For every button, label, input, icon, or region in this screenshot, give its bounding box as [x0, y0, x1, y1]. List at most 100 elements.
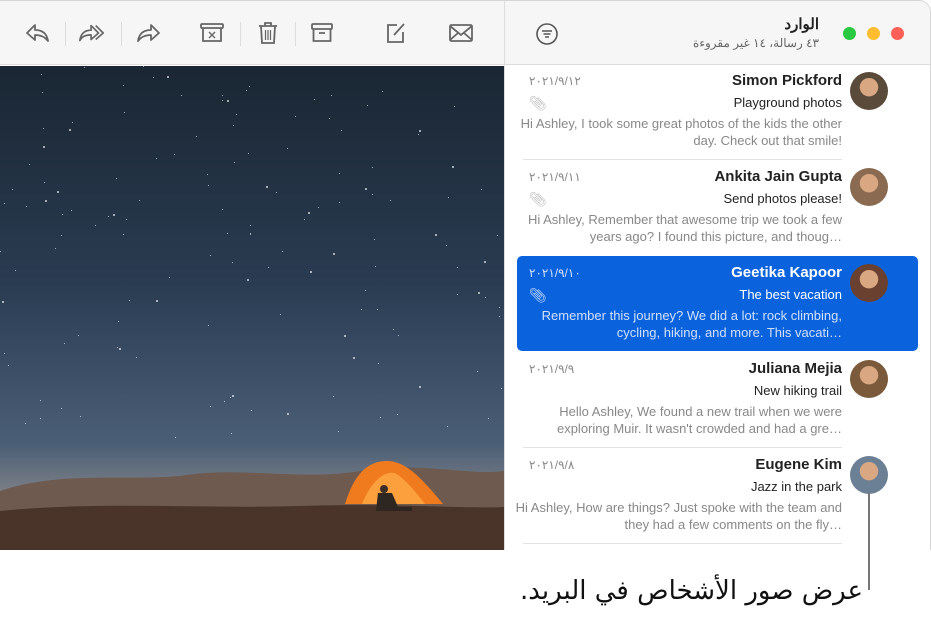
star [488, 418, 490, 420]
star [499, 316, 501, 318]
star [196, 135, 198, 137]
paperclip-icon: 📎︎ [529, 287, 547, 303]
star [379, 417, 381, 419]
sender-name: Juliana Mejia [748, 360, 842, 377]
close-button[interactable] [891, 27, 904, 40]
message-row[interactable]: Juliana Mejia New hiking trail Hello Ash… [517, 352, 918, 448]
zoom-button[interactable] [843, 27, 856, 40]
star [446, 426, 448, 428]
star [303, 218, 305, 220]
forward-icon [137, 24, 160, 42]
star [0, 251, 2, 253]
star [1, 301, 4, 304]
star [68, 128, 71, 131]
star [418, 130, 421, 133]
star [126, 218, 128, 220]
star [329, 117, 331, 119]
star [248, 85, 250, 87]
star [275, 191, 277, 193]
reply-all-button[interactable] [78, 19, 106, 47]
junk-button[interactable] [198, 19, 226, 47]
star [498, 307, 500, 309]
star [481, 189, 483, 191]
star [309, 271, 312, 274]
forward-button[interactable] [135, 19, 163, 47]
compose-button[interactable] [382, 19, 410, 47]
message-photo [0, 66, 504, 550]
message-row[interactable]: Geetika Kapoor The best vacation Remembe… [517, 256, 918, 351]
star [451, 166, 454, 169]
star [343, 334, 346, 337]
message-subject: Send photos please! [723, 191, 842, 206]
star [25, 422, 27, 424]
star [166, 76, 169, 79]
star [122, 85, 124, 87]
star [84, 67, 86, 69]
star [341, 130, 343, 132]
star [62, 214, 64, 216]
star [376, 309, 378, 311]
star [136, 357, 138, 359]
star [246, 90, 248, 92]
message-preview: Hi Ashley, I took some great photos of t… [520, 116, 842, 148]
star [476, 370, 478, 372]
compose-icon [387, 23, 405, 43]
mailbox-title: الوارد [784, 16, 819, 33]
minimize-button[interactable] [867, 27, 880, 40]
row-separator [523, 543, 842, 544]
star [155, 158, 157, 160]
star [317, 206, 319, 208]
paperclip-icon: 📎︎ [529, 95, 547, 111]
star [207, 184, 209, 186]
mail-window: الوارد ٤٣ رسالة، ١٤ غير مقروءة Simon Pic… [0, 0, 931, 550]
star [169, 277, 171, 279]
star [353, 357, 356, 359]
reply-icon [26, 24, 49, 42]
star [95, 225, 97, 227]
star [227, 232, 229, 234]
star [393, 329, 395, 331]
star [389, 199, 391, 201]
star [118, 321, 120, 323]
star [247, 279, 250, 282]
star [207, 174, 209, 176]
star [153, 77, 155, 79]
message-row[interactable]: Eugene Kim Jazz in the park Hi Ashley, H… [516, 448, 918, 544]
star [173, 154, 175, 156]
trash-button[interactable] [254, 19, 282, 47]
message-row[interactable]: Simon Pickford Playground photos Hi Ashl… [517, 64, 918, 160]
landscape-image [0, 461, 504, 550]
star [447, 196, 449, 198]
mail-icon [449, 24, 473, 42]
star [122, 234, 124, 236]
star [181, 95, 183, 97]
star [338, 172, 340, 174]
star [501, 388, 503, 390]
filter-button[interactable] [533, 20, 561, 48]
star [418, 133, 420, 135]
reply-button[interactable] [24, 19, 52, 47]
callout-line [868, 493, 870, 590]
archive-button[interactable] [308, 19, 336, 47]
star [71, 209, 73, 211]
message-row[interactable]: Ankita Jain Gupta Send photos please! Hi… [517, 160, 918, 255]
star [44, 181, 46, 183]
new-message-button[interactable] [447, 19, 475, 47]
message-subject: The best vacation [739, 287, 842, 302]
toolbar [0, 1, 505, 65]
star [250, 225, 252, 227]
star [307, 212, 310, 214]
star [295, 116, 297, 118]
message-subject: Playground photos [733, 95, 842, 110]
avatar [850, 72, 888, 110]
star [457, 293, 459, 295]
message-date: ٢٠٢١/٩/٩ [529, 362, 575, 376]
star [42, 127, 44, 129]
avatar [850, 456, 888, 494]
star [396, 413, 398, 415]
star [221, 209, 223, 211]
message-subject: Jazz in the park [750, 479, 842, 494]
star [156, 299, 159, 302]
message-preview: Hi Ashley, How are things? Just spoke wi… [515, 500, 842, 532]
star [72, 121, 74, 123]
